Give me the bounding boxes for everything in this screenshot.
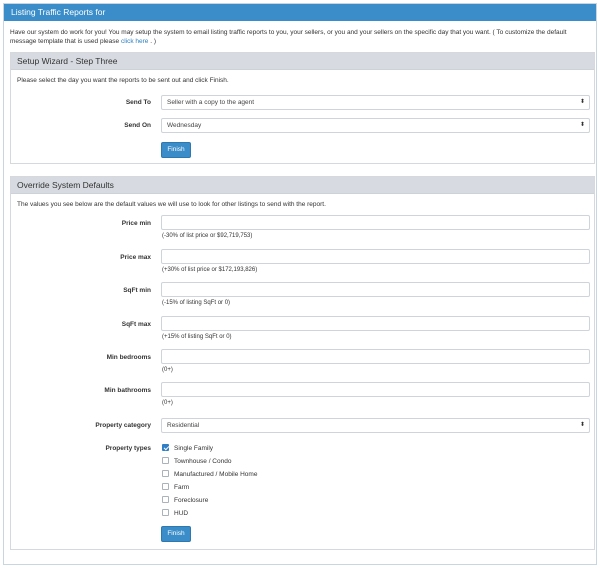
checkbox-icon[interactable]: [162, 457, 169, 464]
property-category-value: Residential: [167, 422, 200, 429]
intro-suffix: . ): [150, 38, 156, 45]
property-type-option[interactable]: Foreclosure: [162, 496, 208, 505]
sqft-min-label: SqFt min: [123, 287, 151, 294]
property-type-option[interactable]: Single Family: [162, 444, 213, 453]
property-type-option[interactable]: Townhouse / Condo: [162, 457, 231, 466]
override-defaults-description: The values you see below are the default…: [17, 201, 326, 208]
min-bedrooms-label: Min bedrooms: [106, 354, 151, 361]
select-caret-icon: ⬍: [579, 422, 585, 428]
sqft-max-help: (+15% of listing SqFt or 0): [162, 334, 232, 340]
sqft-min-input[interactable]: [161, 282, 590, 297]
select-caret-icon: ⬍: [579, 122, 585, 128]
property-type-option[interactable]: Farm: [162, 483, 189, 492]
send-on-label: Send On: [124, 122, 151, 129]
select-caret-icon: ⬍: [579, 99, 585, 105]
override-finish-button[interactable]: Finish: [161, 526, 191, 542]
sqft-min-help: (-15% of listing SqFt or 0): [162, 300, 231, 306]
price-min-input[interactable]: [161, 215, 590, 230]
min-bedrooms-input[interactable]: [161, 349, 590, 364]
price-max-label: Price max: [120, 254, 151, 261]
setup-wizard-panel: Setup Wizard - Step Three Please select …: [10, 52, 595, 164]
min-bathrooms-input[interactable]: [161, 382, 590, 397]
setup-wizard-description: Please select the day you want the repor…: [17, 77, 229, 84]
checkbox-icon[interactable]: [162, 470, 169, 477]
send-on-value: Wednesday: [167, 122, 202, 129]
min-bedrooms-help: (0+): [162, 367, 173, 373]
property-type-label: HUD: [174, 510, 189, 517]
checkbox-checked-icon[interactable]: [162, 444, 169, 451]
property-category-label: Property category: [95, 422, 151, 429]
intro-body: Have our system do work for you! You may…: [10, 29, 567, 45]
price-max-help: (+30% of list price or $172,193,826): [162, 267, 258, 273]
price-min-help: (-30% of list price or $92,719,753): [162, 233, 253, 239]
page-title: Listing Traffic Reports for: [4, 4, 596, 21]
intro-text: Have our system do work for you! You may…: [4, 21, 596, 46]
property-type-label: Foreclosure: [174, 497, 209, 504]
wizard-finish-button[interactable]: Finish: [161, 142, 191, 158]
setup-wizard-title: Setup Wizard - Step Three: [11, 53, 594, 70]
send-on-select[interactable]: Wednesday ⬍: [161, 118, 590, 133]
send-to-value: Seller with a copy to the agent: [167, 99, 255, 106]
customize-template-link[interactable]: click here: [121, 38, 148, 45]
price-max-input[interactable]: [161, 249, 590, 264]
send-to-select[interactable]: Seller with a copy to the agent ⬍: [161, 95, 590, 110]
min-bathrooms-label: Min bathrooms: [104, 387, 151, 394]
reports-container: Listing Traffic Reports for Have our sys…: [3, 3, 597, 565]
property-type-label: Farm: [174, 484, 190, 491]
property-type-option[interactable]: HUD: [162, 509, 188, 518]
override-defaults-panel: Override System Defaults The values you …: [10, 176, 595, 550]
price-min-label: Price min: [121, 220, 151, 227]
sqft-max-label: SqFt max: [121, 321, 151, 328]
property-type-label: Manufactured / Mobile Home: [174, 471, 258, 478]
checkbox-icon[interactable]: [162, 483, 169, 490]
checkbox-icon[interactable]: [162, 509, 169, 516]
checkbox-icon[interactable]: [162, 496, 169, 503]
property-type-option[interactable]: Manufactured / Mobile Home: [162, 470, 257, 479]
property-category-select[interactable]: Residential ⬍: [161, 418, 590, 433]
property-type-label: Townhouse / Condo: [174, 458, 232, 465]
sqft-max-input[interactable]: [161, 316, 590, 331]
send-to-label: Send To: [125, 99, 151, 106]
override-defaults-title: Override System Defaults: [11, 177, 594, 194]
min-bathrooms-help: (0+): [162, 400, 173, 406]
property-types-label: Property types: [105, 445, 151, 452]
property-type-label: Single Family: [174, 445, 214, 452]
